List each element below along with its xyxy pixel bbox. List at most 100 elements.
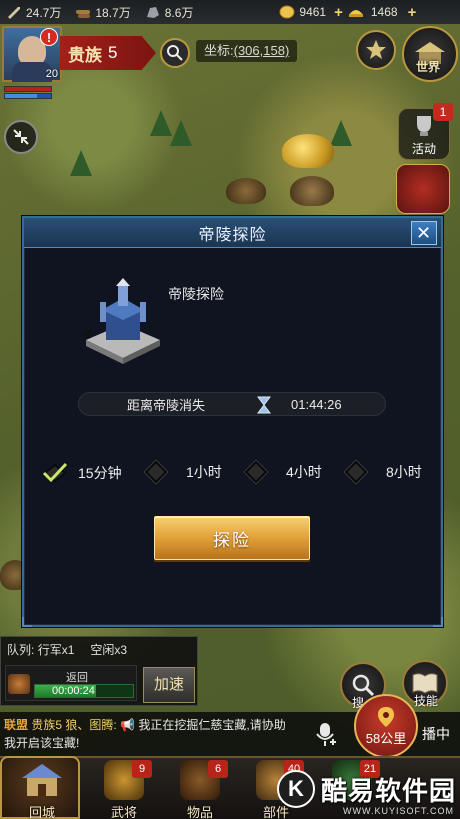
chat-right-text: 播中: [422, 726, 450, 742]
player-level: 20: [45, 68, 58, 80]
rank-button[interactable]: [356, 30, 396, 70]
dialog-header: 帝陵探险 ✕: [24, 218, 441, 248]
tree-decoration: [330, 120, 352, 146]
search-icon: [167, 45, 183, 61]
idle-count: 空闲x3: [90, 643, 128, 657]
star-icon: [366, 40, 386, 59]
skill-label: 技能: [414, 694, 439, 708]
gift-bag-button[interactable]: [396, 164, 450, 214]
close-button[interactable]: ✕: [411, 221, 437, 245]
march-status: 返回: [66, 672, 88, 684]
add-gold-button[interactable]: +: [334, 4, 343, 21]
option-8hours[interactable]: 8小时: [344, 460, 422, 484]
activity-label: 活动: [411, 142, 436, 156]
nav-badge: 9: [132, 760, 152, 778]
option-1hour[interactable]: 1小时: [144, 460, 222, 484]
gold-resource: 1468: [345, 5, 398, 19]
queue-label: 队列: 行军x1: [7, 643, 75, 657]
nav-label: 回城: [28, 805, 55, 819]
noble-level: 5: [108, 43, 118, 62]
activity-button[interactable]: 活动 1: [398, 103, 453, 160]
microphone-icon[interactable]: [314, 722, 336, 748]
nav-generals[interactable]: 9 武将: [92, 760, 156, 819]
coin-value: 9461: [299, 5, 327, 19]
tree-decoration: [70, 150, 92, 176]
gold-mine[interactable]: [282, 134, 334, 168]
watermark-text: 酷易软件园: [320, 775, 456, 806]
nav-badge: 6: [208, 760, 228, 778]
sword-icon: [8, 7, 20, 19]
watermark: K 酷易软件园: [276, 770, 456, 808]
target-name: 帝陵探险: [168, 286, 224, 302]
queue-header: 队列: 行军x1 空闲x3: [1, 637, 197, 662]
option-label: 1小时: [186, 464, 222, 480]
noble-rank-badge[interactable]: 贵族 5: [60, 36, 156, 70]
imperial-tomb-dialog: 帝陵探险 ✕ 帝陵探险 距离帝陵消失 01:44:26 15分钟 1小时 4小时…: [22, 216, 443, 627]
speaker-icon: 📢: [120, 718, 136, 732]
gold-ingot-icon: [348, 10, 363, 17]
march-icon: [8, 674, 30, 694]
search-button[interactable]: [160, 38, 190, 68]
watermark-logo: K: [276, 770, 315, 808]
add-gold-ingot-button[interactable]: +: [408, 4, 417, 21]
collapse-arrows-icon: [13, 129, 29, 145]
corner-decoration: [22, 617, 32, 627]
activity-badge: 1: [433, 103, 453, 121]
wood-value: 18.7万: [95, 5, 131, 20]
checkmark-icon: [42, 462, 68, 483]
coords-label: 坐标:: [204, 43, 234, 58]
option-label: 15分钟: [78, 465, 122, 481]
alliance-chat[interactable]: 联盟 贵族5 狼、图腾: 📢 我正在挖掘仁慈宝藏,请协助我开启该宝藏!: [0, 712, 300, 756]
stone-resource: 8.6万: [145, 4, 194, 21]
location-pin-icon: [378, 706, 394, 727]
hourglass-icon: [257, 396, 271, 414]
coin-resource: 9461: [279, 5, 326, 19]
hp-bar: [4, 86, 52, 92]
collapse-button[interactable]: [4, 120, 38, 154]
stone-value: 8.6万: [164, 5, 194, 20]
coin-icon: [279, 5, 295, 19]
alert-icon[interactable]: !: [40, 28, 58, 46]
distance-value: 58公里: [365, 730, 407, 746]
explore-button[interactable]: 探险: [154, 516, 310, 560]
countdown-label: 距离帝陵消失: [127, 397, 206, 413]
book-icon: [412, 673, 438, 694]
wood-resource: 18.7万: [75, 4, 131, 21]
tree-decoration: [170, 120, 192, 146]
march-task[interactable]: 返回 00:00:24: [5, 665, 137, 701]
gold-value: 1468: [370, 5, 398, 19]
chat-sender-rank: 贵族5: [31, 718, 63, 732]
tree-decoration: [150, 110, 172, 136]
army-unit[interactable]: [290, 176, 334, 206]
wood-icon: [76, 10, 91, 18]
countdown-bar: 距离帝陵消失 01:44:26: [78, 392, 386, 416]
coordinates-display[interactable]: 坐标:(306,158): [196, 40, 298, 62]
noble-rank-label: 贵族: [68, 45, 102, 65]
coords-value[interactable]: (306,158): [234, 43, 290, 58]
option-label: 8小时: [386, 464, 422, 480]
distance-marker[interactable]: 58公里: [354, 694, 418, 758]
speed-up-button[interactable]: 加速: [143, 667, 195, 703]
duration-options: 15分钟 1小时 4小时 8小时: [42, 460, 426, 486]
stone-icon: [146, 7, 159, 18]
march-time: 00:00:24: [52, 685, 95, 697]
troops-resource: 24.7万: [6, 4, 61, 21]
resource-bar: 24.7万 18.7万 8.6万 9461 + 1468 +: [0, 0, 460, 24]
march-queue-panel: 队列: 行军x1 空闲x3 返回 00:00:24 加速: [0, 636, 198, 706]
watermark-url: WWW.KUYISOFT.COM: [343, 806, 454, 816]
option-label: 4小时: [286, 464, 322, 480]
radio-diamond: [244, 460, 268, 484]
chat-channel: 联盟: [4, 718, 29, 732]
radio-diamond: [144, 460, 168, 484]
chat-sender: 狼、图腾:: [65, 718, 117, 732]
nav-items[interactable]: 6 物品: [168, 760, 232, 819]
return-city-button[interactable]: 回城: [0, 756, 80, 819]
radio-diamond: [344, 460, 368, 484]
army-unit[interactable]: [226, 178, 266, 204]
option-15min[interactable]: 15分钟: [42, 462, 122, 484]
nav-label: 武将: [110, 805, 137, 819]
world-label: 世界: [416, 60, 441, 74]
option-4hours[interactable]: 4小时: [244, 460, 322, 484]
energy-bar: [4, 93, 52, 99]
nav-label: 物品: [186, 805, 213, 819]
